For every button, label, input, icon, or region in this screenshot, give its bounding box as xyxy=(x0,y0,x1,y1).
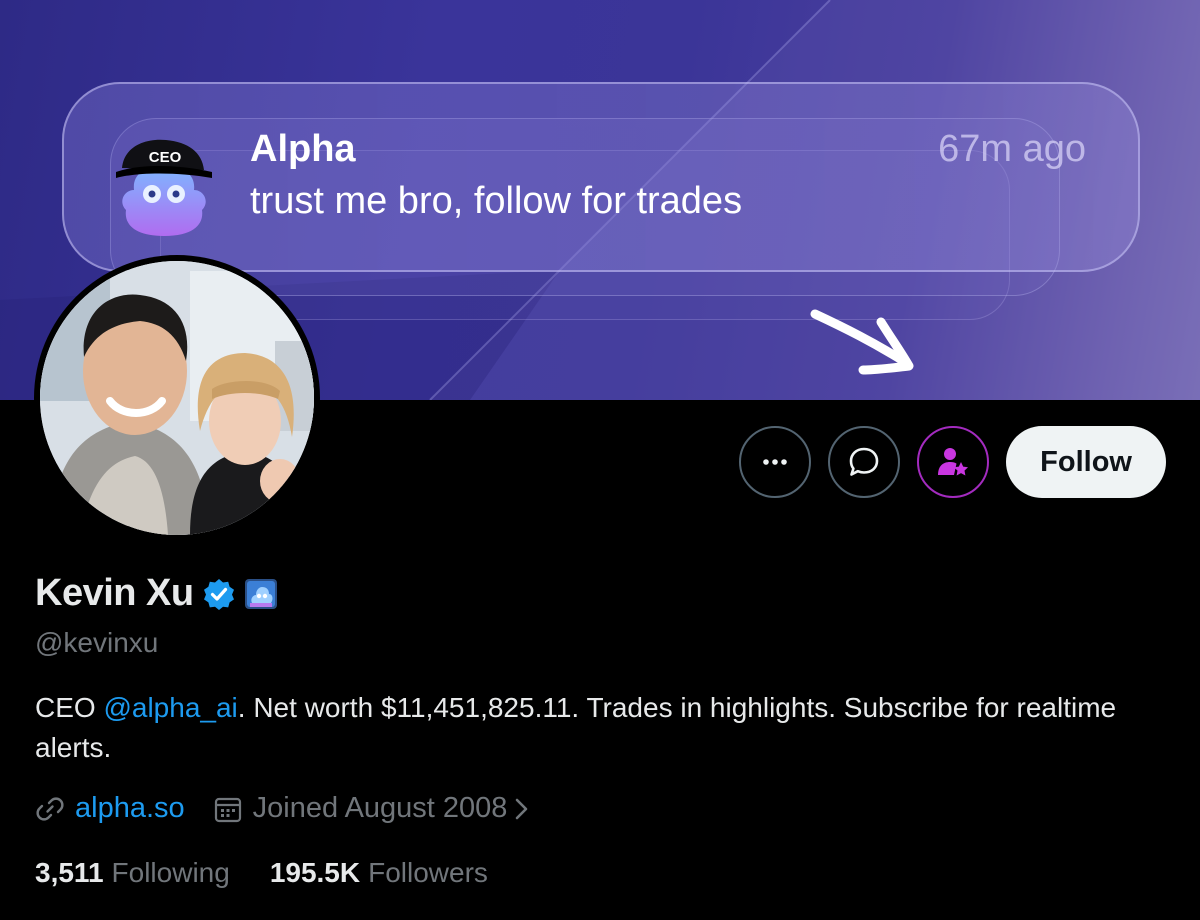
bio-mention-link[interactable]: @alpha_ai xyxy=(103,692,237,723)
follow-button[interactable]: Follow xyxy=(1006,426,1166,498)
alpha-mascot-icon: CEO xyxy=(116,139,212,236)
arrow-icon xyxy=(810,309,914,375)
notification-card: CEO Alpha trust me bro, follow for trade… xyxy=(62,82,1140,272)
more-horizontal-icon xyxy=(763,459,787,465)
followers-count: 195.5K xyxy=(269,857,361,888)
profile-avatar[interactable] xyxy=(34,255,320,541)
profile-meta: alpha.so Joined August 2008 xyxy=(35,792,535,825)
profile-stats: 3,511 Following 195.5K Followers xyxy=(35,857,528,889)
avatar-photo xyxy=(40,261,314,535)
verified-badge-icon[interactable] xyxy=(202,577,236,611)
profile-name-row: Kevin Xu xyxy=(35,572,278,615)
profile-actions: Follow xyxy=(739,426,1166,498)
profile-bio: CEO @alpha_ai. Net worth $11,451,825.11.… xyxy=(35,688,1135,768)
profile-name: Kevin Xu xyxy=(35,572,194,614)
more-button[interactable] xyxy=(739,426,812,498)
notification-message: trust me bro, follow for trades xyxy=(250,180,743,222)
profile-joined-date: Joined August 2008 xyxy=(252,792,508,824)
bio-text-prefix: CEO xyxy=(35,692,104,723)
profile-website-link[interactable]: alpha.so xyxy=(75,792,185,825)
chevron-right-icon[interactable] xyxy=(507,794,535,824)
notification-title: Alpha xyxy=(250,128,356,170)
following-count: 3,511 xyxy=(35,857,104,888)
followers-stat[interactable]: 195.5K Followers xyxy=(270,857,488,889)
following-stat[interactable]: 3,511 Following xyxy=(35,857,230,889)
link-icon xyxy=(36,796,64,821)
affiliate-badge-icon[interactable] xyxy=(244,577,278,611)
profile-handle: @kevinxu xyxy=(35,627,159,658)
followers-label: Followers xyxy=(368,857,488,888)
chat-bubble-icon xyxy=(849,447,879,476)
notification-time: 67m ago xyxy=(938,128,1086,170)
following-label: Following xyxy=(111,857,230,888)
subscribe-button[interactable] xyxy=(917,426,990,498)
svg-text:CEO: CEO xyxy=(149,149,182,166)
person-star-icon xyxy=(938,448,969,476)
calendar-icon xyxy=(214,797,241,822)
message-button[interactable] xyxy=(828,426,901,498)
